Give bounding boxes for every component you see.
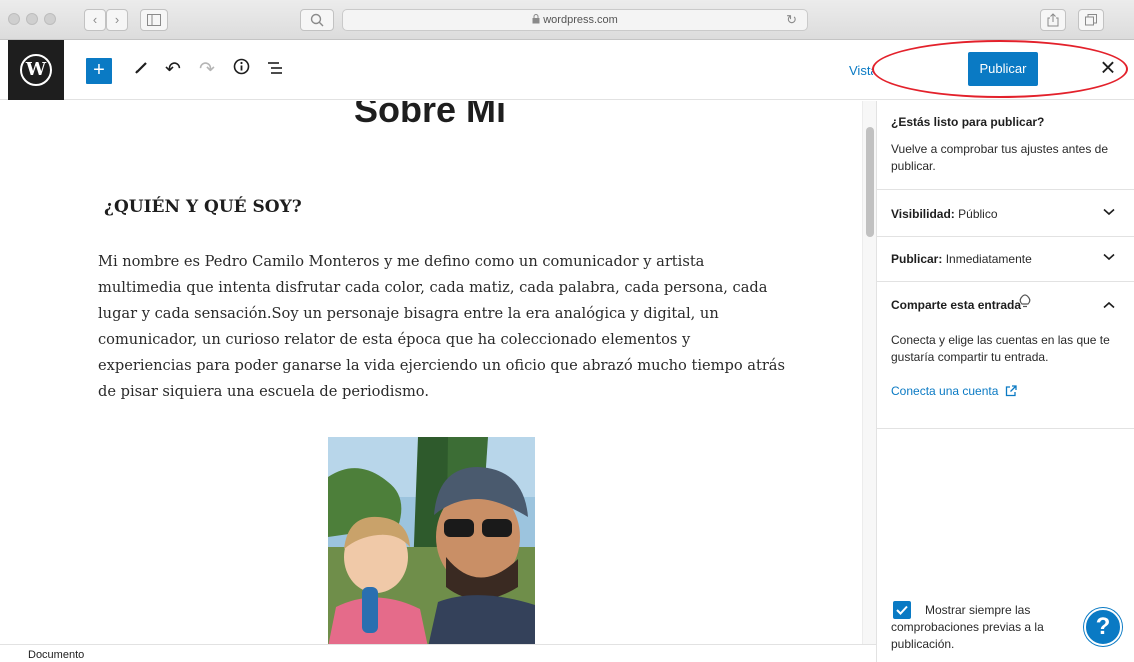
chevron-down-icon[interactable] — [1103, 205, 1115, 219]
editor-scrollbar[interactable] — [862, 101, 876, 644]
search-button[interactable] — [300, 9, 334, 31]
close-panel-button[interactable]: × — [1093, 52, 1123, 82]
breadcrumb-document[interactable]: Documento — [28, 649, 84, 661]
post-image[interactable] — [328, 437, 535, 644]
info-icon[interactable] — [230, 58, 252, 82]
browser-chrome: ‹ › wordpress.com ↻ — [0, 0, 1134, 40]
redo-icon[interactable]: ↷ — [196, 58, 218, 82]
ready-question: ¿Estás listo para publicar? — [891, 115, 1045, 129]
ready-description: Vuelve a comprobar tus ajustes antes de … — [891, 142, 1109, 173]
forward-button[interactable]: › — [106, 9, 128, 31]
list-view-icon[interactable] — [264, 58, 286, 82]
publish-check-section: ¿Estás listo para publicar? Vuelve a com… — [877, 101, 1134, 190]
share-title[interactable]: Comparte esta entrada — [891, 298, 1021, 312]
share-section: Comparte esta entrada Conecta y elige la… — [877, 282, 1134, 429]
post-title[interactable]: Sobre Mí — [250, 101, 610, 131]
tabs-icon — [1085, 14, 1097, 26]
visibility-value: Público — [958, 207, 998, 221]
sidebar-toggle-button[interactable] — [140, 9, 168, 31]
pre-publish-panel: ¿Estás listo para publicar? Vuelve a com… — [876, 101, 1134, 662]
publish-time-row[interactable]: Publicar: Inmediatamente — [877, 236, 1134, 282]
external-link-icon — [1005, 385, 1017, 397]
always-show-label[interactable]: Mostrar siempre las comprobaciones previ… — [891, 602, 1071, 653]
lock-icon — [532, 14, 540, 24]
post-heading[interactable]: ¿QUIÉN Y QUÉ SOY? — [104, 197, 302, 217]
window-zoom-dot[interactable] — [44, 13, 56, 25]
chevron-up-icon[interactable] — [1103, 298, 1115, 312]
scroll-thumb[interactable] — [866, 127, 874, 237]
share-button[interactable] — [1040, 9, 1066, 31]
block-breadcrumb-bar: Documento — [0, 644, 876, 662]
add-block-button[interactable]: + — [86, 58, 112, 84]
search-icon — [310, 13, 324, 27]
editor-canvas[interactable]: Sobre Mí ¿QUIÉN Y QUÉ SOY? Mi nombre es … — [0, 101, 862, 644]
visibility-row[interactable]: Visibilidad: Público — [877, 191, 1134, 237]
share-description: Conecta y elige las cuentas en las que t… — [891, 333, 1110, 364]
share-icon — [1047, 13, 1059, 27]
tabs-button[interactable] — [1078, 9, 1104, 31]
lightbulb-icon — [1019, 294, 1031, 308]
window-close-dot[interactable] — [8, 13, 20, 25]
editor-toolbar: W ↶ ↷ — [0, 40, 1134, 100]
post-paragraph[interactable]: Mi nombre es Pedro Camilo Monteros y me … — [98, 249, 788, 405]
connect-account-link[interactable]: Conecta una cuenta — [891, 384, 1017, 398]
back-button[interactable]: ‹ — [84, 9, 106, 31]
window-minimize-dot[interactable] — [26, 13, 38, 25]
wordpress-logo[interactable]: W — [8, 40, 64, 100]
connect-account-label: Conecta una cuenta — [891, 384, 999, 398]
reload-icon[interactable]: ↻ — [786, 10, 797, 30]
undo-icon[interactable]: ↶ — [162, 58, 184, 82]
wordpress-icon: W — [20, 54, 52, 86]
tools-pencil-icon[interactable] — [132, 58, 152, 82]
sidebar-icon — [147, 14, 161, 26]
preview-button[interactable]: Vista previa — [849, 63, 873, 78]
help-button[interactable]: ? — [1084, 608, 1122, 646]
publish-time-label: Publicar: — [891, 252, 943, 266]
chevron-down-icon[interactable] — [1103, 250, 1115, 264]
url-text: wordpress.com — [543, 14, 618, 26]
publish-time-value: Inmediatamente — [945, 252, 1032, 266]
visibility-label: Visibilidad: — [891, 207, 955, 221]
publish-button[interactable]: Publicar — [968, 52, 1038, 86]
address-bar[interactable]: wordpress.com ↻ — [342, 9, 808, 31]
